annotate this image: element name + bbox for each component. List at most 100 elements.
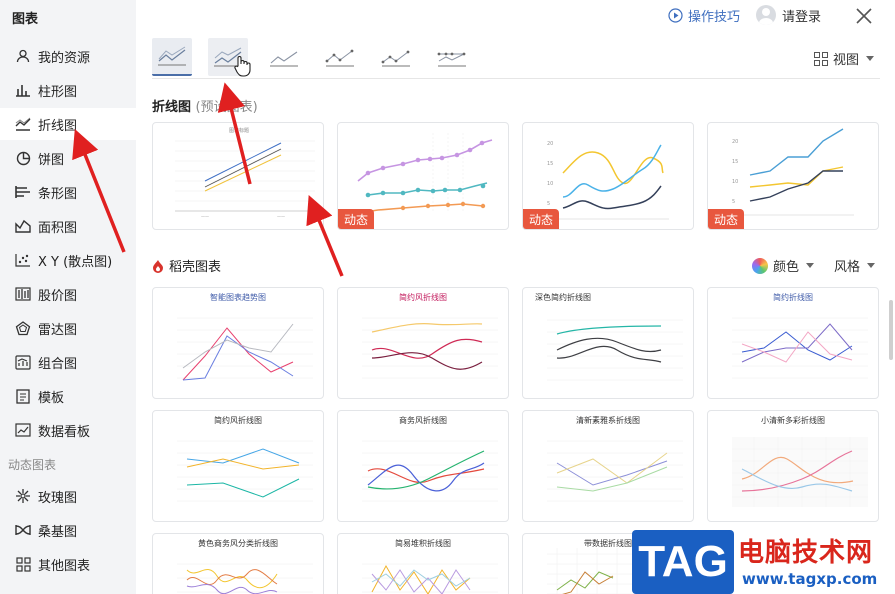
tips-label: 操作技巧 bbox=[688, 10, 741, 25]
color-dropdown[interactable]: 颜色 bbox=[752, 256, 815, 275]
preset-title: 折线图 bbox=[152, 100, 192, 115]
tab-line-basic[interactable] bbox=[152, 38, 192, 76]
sidebar-item-other[interactable]: 其他图表 bbox=[0, 548, 136, 580]
sidebar-item-column[interactable]: 柱形图 bbox=[0, 74, 136, 106]
column-chart-icon bbox=[14, 81, 32, 99]
view-dropdown[interactable]: 视图 bbox=[814, 49, 875, 68]
radar-chart-icon bbox=[14, 319, 32, 337]
style-label: 风格 bbox=[834, 260, 861, 275]
template-title: 清新素雅系折线图 bbox=[576, 416, 640, 425]
preset-card-basic-line[interactable]: 图表标题 —— —— bbox=[152, 122, 324, 230]
template-card[interactable]: 商务风折线图 bbox=[337, 410, 509, 522]
docer-section-title: 稻壳图表 bbox=[152, 256, 221, 275]
sidebar-item-sankey[interactable]: 桑基图 bbox=[0, 514, 136, 546]
template-card[interactable]: 深色简约折线图 bbox=[522, 287, 694, 399]
sankey-chart-icon bbox=[14, 521, 32, 539]
tab-line-percent-markers[interactable] bbox=[432, 38, 472, 76]
play-circle-icon bbox=[668, 8, 683, 23]
stock-chart-icon bbox=[14, 285, 32, 303]
line-percent-icon bbox=[270, 51, 298, 67]
user-icon bbox=[14, 47, 32, 65]
sidebar-item-label: 玫瑰图 bbox=[38, 490, 78, 506]
template-title: 简约折线图 bbox=[773, 293, 813, 302]
sidebar-item-rose[interactable]: 玫瑰图 bbox=[0, 480, 136, 512]
watermark-logo: TAG 电脑技术网 www.tagxp.com bbox=[632, 530, 895, 594]
sidebar-item-combo[interactable]: 组合图 bbox=[0, 346, 136, 378]
tab-line-percent[interactable] bbox=[264, 38, 304, 76]
sidebar-item-template[interactable]: 模板 bbox=[0, 380, 136, 412]
template-card[interactable]: 黄色商务风分类折线图 bbox=[152, 533, 324, 594]
combo-chart-icon bbox=[14, 353, 32, 371]
template-title: 黄色商务风分类折线图 bbox=[198, 539, 278, 548]
template-title: 商务风折线图 bbox=[399, 416, 447, 425]
sidebar-item-area[interactable]: 面积图 bbox=[0, 210, 136, 242]
sidebar: 图表 我的资源 柱形图 折线图 饼图 条形图 面积图 X Y (散点图) 股价图… bbox=[0, 0, 136, 594]
sidebar-item-line[interactable]: 折线图 bbox=[0, 108, 136, 140]
watermark-url: www.tagxp.com bbox=[742, 570, 878, 588]
area-chart-icon bbox=[14, 217, 32, 235]
template-thumbnail bbox=[177, 440, 313, 502]
template-card[interactable]: 清新素雅系折线图 bbox=[522, 410, 694, 522]
template-card[interactable]: 小清新多彩折线图 bbox=[707, 410, 879, 522]
template-card[interactable]: 简约折线图 bbox=[707, 287, 879, 399]
docer-title: 稻壳图表 bbox=[169, 260, 222, 275]
close-button[interactable] bbox=[854, 6, 874, 26]
tab-line-stacked-markers[interactable] bbox=[376, 38, 416, 76]
template-thumbnail bbox=[732, 317, 868, 379]
template-thumbnail bbox=[547, 440, 683, 502]
svg-text:图表标题: 图表标题 bbox=[229, 127, 249, 134]
color-wheel-icon bbox=[752, 257, 768, 274]
tips-link[interactable]: 操作技巧 bbox=[668, 6, 740, 25]
svg-text:15: 15 bbox=[732, 159, 738, 165]
preset-line-thumbnail: 图表标题 —— —— bbox=[175, 127, 315, 219]
view-label: 视图 bbox=[833, 53, 860, 68]
line-stacked-markers-icon bbox=[381, 50, 410, 67]
sidebar-item-label: 柱形图 bbox=[38, 84, 78, 100]
line-percent-markers-icon bbox=[437, 52, 466, 67]
scrollbar-thumb[interactable] bbox=[889, 300, 893, 360]
sidebar-item-label: 股价图 bbox=[38, 288, 78, 304]
preset-subtitle: (预设图表) bbox=[195, 100, 258, 115]
svg-text:20: 20 bbox=[547, 141, 553, 147]
sidebar-item-pie[interactable]: 饼图 bbox=[0, 142, 136, 174]
template-title: 深色简约折线图 bbox=[535, 293, 591, 302]
template-thumbnail bbox=[732, 437, 868, 507]
tab-line-markers[interactable] bbox=[320, 38, 360, 76]
template-card[interactable]: 简易堆积折线图 bbox=[337, 533, 509, 594]
chevron-down-icon bbox=[806, 263, 815, 268]
sidebar-item-label: 雷达图 bbox=[38, 322, 78, 338]
sidebar-item-stock[interactable]: 股价图 bbox=[0, 278, 136, 310]
chevron-down-icon bbox=[866, 56, 875, 61]
sidebar-item-bar[interactable]: 条形图 bbox=[0, 176, 136, 208]
preset-section-title: 折线图 (预设图表) bbox=[152, 96, 258, 115]
template-card[interactable]: 简约风折线图 bbox=[337, 287, 509, 399]
avatar bbox=[756, 5, 776, 25]
scatter-chart-icon bbox=[14, 251, 32, 269]
template-title: 简约风折线图 bbox=[399, 293, 447, 302]
sidebar-item-radar[interactable]: 雷达图 bbox=[0, 312, 136, 344]
sidebar-item-scatter[interactable]: X Y (散点图) bbox=[0, 244, 136, 276]
sidebar-item-label: 我的资源 bbox=[38, 50, 91, 66]
svg-text:20: 20 bbox=[732, 139, 738, 145]
template-card[interactable]: 智能图表趋势图 bbox=[152, 287, 324, 399]
preset-card-dynamic-1[interactable]: 动态 bbox=[337, 122, 509, 230]
svg-text:——: —— bbox=[201, 214, 209, 219]
sidebar-item-my-resources[interactable]: 我的资源 bbox=[0, 40, 136, 72]
template-card[interactable]: 简约风折线图 bbox=[152, 410, 324, 522]
sidebar-item-dashboard[interactable]: 数据看板 bbox=[0, 414, 136, 446]
watermark-tag: TAG bbox=[632, 530, 734, 594]
hand-cursor-icon bbox=[234, 56, 251, 77]
style-dropdown[interactable]: 风格 bbox=[834, 256, 876, 275]
tab-divider bbox=[152, 78, 880, 79]
other-chart-icon bbox=[14, 555, 32, 573]
template-thumbnail bbox=[547, 319, 683, 381]
preset-card-dynamic-3[interactable]: 20 15 10 5 动态 bbox=[707, 122, 879, 230]
template-title: 简约风折线图 bbox=[214, 416, 262, 425]
template-thumbnail bbox=[362, 440, 498, 502]
login-label: 请登录 bbox=[782, 9, 822, 25]
sidebar-item-label: 数据看板 bbox=[38, 424, 91, 440]
line-markers-icon bbox=[325, 49, 354, 67]
line-basic-icon bbox=[158, 46, 186, 66]
login-button[interactable]: 请登录 bbox=[756, 5, 821, 25]
preset-card-dynamic-2[interactable]: 20 15 10 5 动态 bbox=[522, 122, 694, 230]
